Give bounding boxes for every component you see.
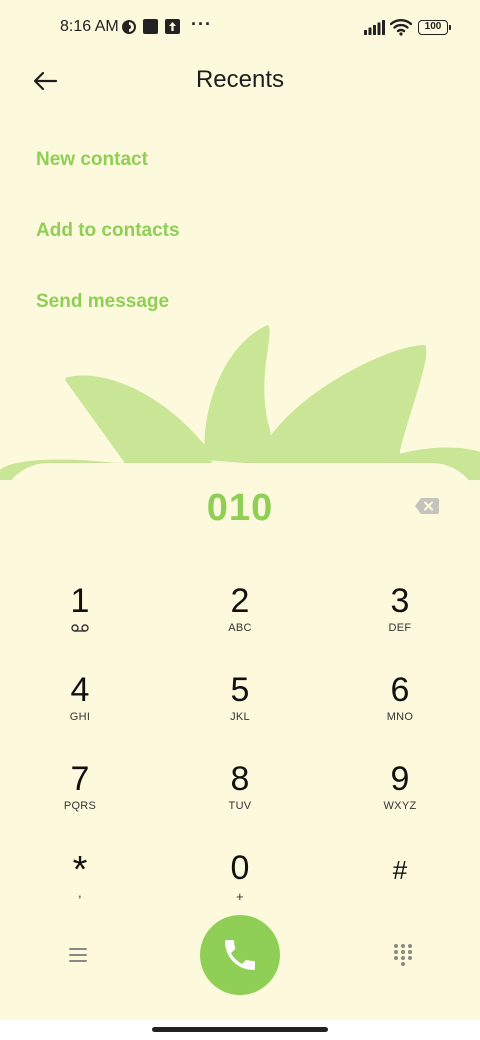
battery-icon: 100 — [418, 20, 451, 35]
key-letters: WXYZ — [383, 800, 417, 812]
call-button[interactable] — [200, 915, 280, 995]
key-0[interactable]: 0 + — [180, 849, 300, 925]
key-digit: 0 — [230, 849, 250, 887]
signal-icon — [364, 20, 385, 35]
square-icon — [143, 19, 158, 34]
key-2[interactable]: 2 ABC — [180, 582, 300, 658]
key-letters: , — [78, 885, 82, 900]
key-digit: 2 — [230, 582, 250, 620]
key-letters: MNO — [386, 711, 414, 723]
key-6[interactable]: 6 MNO — [340, 671, 460, 747]
key-letters: ABC — [228, 622, 252, 634]
dialed-number: 010 — [206, 487, 274, 529]
key-digit: 1 — [70, 582, 90, 620]
key-9[interactable]: 9 WXYZ — [340, 760, 460, 836]
dialpad-icon — [394, 944, 412, 966]
menu-button[interactable] — [66, 944, 90, 966]
key-digit: 3 — [390, 582, 410, 620]
key-1[interactable]: 1 — [20, 582, 140, 658]
key-4[interactable]: 4 GHI — [20, 671, 140, 747]
data-saver-icon — [122, 20, 136, 34]
key-8[interactable]: 8 TUV — [180, 760, 300, 836]
key-7[interactable]: 7 PQRS — [20, 760, 140, 836]
key-letters: JKL — [230, 711, 250, 723]
key-letters: + — [236, 889, 244, 904]
page-title: Recents — [195, 66, 285, 93]
key-digit: 7 — [70, 760, 90, 798]
key-digit: 4 — [70, 671, 90, 709]
key-digit: # — [392, 855, 408, 885]
wifi-icon — [390, 19, 412, 36]
key-letters: TUV — [228, 800, 252, 812]
leaf-decoration — [0, 325, 480, 480]
key-letters: PQRS — [63, 800, 97, 812]
voicemail-icon — [71, 624, 89, 632]
status-time: 8:16 AM — [60, 18, 119, 35]
key-digit: 8 — [230, 760, 250, 798]
key-digit: 5 — [230, 671, 250, 709]
dialpad-toggle-button[interactable] — [392, 943, 414, 967]
send-message-option[interactable]: Send message — [36, 291, 169, 313]
backspace-button[interactable] — [414, 497, 440, 515]
key-star[interactable]: * , — [20, 851, 140, 927]
key-digit: 9 — [390, 760, 410, 798]
status-bar: 8:16 AM ··· 100 — [0, 0, 480, 56]
new-contact-option[interactable]: New contact — [36, 149, 148, 171]
key-hash[interactable]: # — [340, 851, 460, 927]
home-indicator[interactable] — [152, 1027, 328, 1032]
upload-icon — [165, 19, 180, 34]
key-letters: GHI — [69, 711, 91, 723]
key-5[interactable]: 5 JKL — [180, 671, 300, 747]
key-3[interactable]: 3 DEF — [340, 582, 460, 658]
add-to-contacts-option[interactable]: Add to contacts — [36, 220, 180, 242]
key-letters: DEF — [388, 622, 412, 634]
key-digit: 6 — [390, 671, 410, 709]
menu-icon — [69, 948, 87, 962]
key-digit: * — [72, 849, 88, 891]
backspace-icon — [415, 498, 439, 514]
more-notifications-icon: ··· — [191, 14, 212, 34]
phone-icon — [225, 940, 255, 970]
